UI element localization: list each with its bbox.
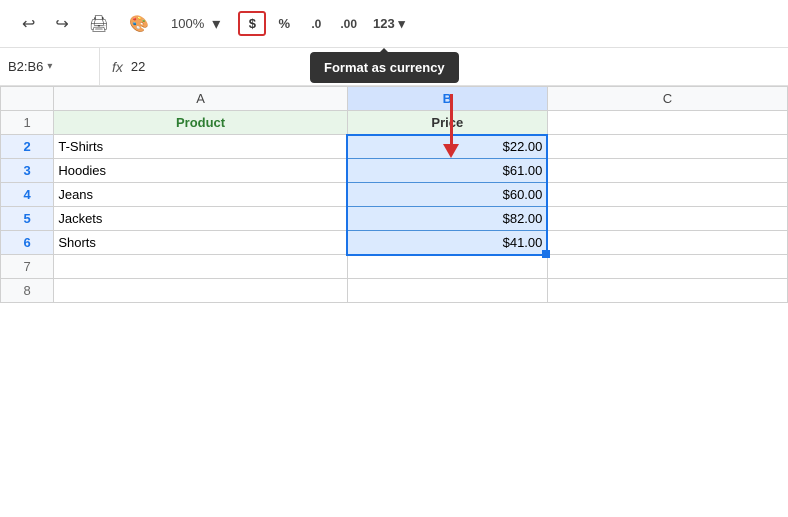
cell-c6[interactable] [547,231,787,255]
cell-c2[interactable] [547,135,787,159]
cell-b8[interactable] [347,279,547,303]
arrow-line [450,94,453,144]
print-button[interactable]: 🖨 [83,10,115,38]
cell-b5[interactable]: $82.00 [347,207,547,231]
cell-a8[interactable] [54,279,347,303]
zoom-value: 100% [171,16,204,31]
tooltip-text: Format as currency [324,60,445,75]
cell-a2[interactable]: T-Shirts [54,135,347,159]
cell-a5[interactable]: Jackets [54,207,347,231]
table-row: 6 Shorts $41.00 [1,231,788,255]
corner-cell [1,87,54,111]
table-row: 2 T-Shirts $22.00 [1,135,788,159]
cell-c5[interactable] [547,207,787,231]
tooltip-container: Format as currency [310,52,459,83]
cell-b7[interactable] [347,255,547,279]
decimal-decrease-button[interactable]: .0 [302,14,330,34]
table-row: 5 Jackets $82.00 [1,207,788,231]
fill-handle[interactable] [542,250,550,258]
table-row: 7 [1,255,788,279]
cell-c7[interactable] [547,255,787,279]
fx-label: fx [112,59,123,75]
row-num-8: 8 [1,279,54,303]
currency-format-button[interactable]: $ [238,11,266,36]
row-num-2: 2 [1,135,54,159]
cell-c3[interactable] [547,159,787,183]
percent-format-button[interactable]: % [270,13,298,34]
cell-b3[interactable]: $61.00 [347,159,547,183]
zoom-dropdown-button[interactable]: ▾ [206,10,226,38]
toolbar: ↩ ↪ 🖨 🎨 100% ▾ $ % .0 .00 123 ▾ [0,0,788,48]
table-row: 4 Jeans $60.00 [1,183,788,207]
cell-b6[interactable]: $41.00 [347,231,547,255]
zoom-control: 100% ▾ [171,10,226,38]
cell-c4[interactable] [547,183,787,207]
number-format-arrow: ▾ [398,16,405,31]
row-num-3: 3 [1,159,54,183]
number-format-dropdown-button[interactable]: 123 ▾ [367,13,411,35]
column-header-row: A B C [1,87,788,111]
zoom-dropdown-arrow: ▾ [212,16,220,33]
row-num-4: 4 [1,183,54,207]
table-row: 8 [1,279,788,303]
table-row: 3 Hoodies $61.00 [1,159,788,183]
spreadsheet-table: A B C 1 Product Price 2 T-Shirts $22.00 [0,86,788,303]
row-num-5: 5 [1,207,54,231]
cell-b4[interactable]: $60.00 [347,183,547,207]
row-num-1: 1 [1,111,54,135]
redo-button[interactable]: ↪ [49,10,74,38]
col-header-a[interactable]: A [54,87,347,111]
cell-c1[interactable] [547,111,787,135]
row-num-6: 6 [1,231,54,255]
cell-ref-text: B2:B6 [8,59,43,74]
cell-a1[interactable]: Product [54,111,347,135]
cell-ref-box[interactable]: B2:B6 ▾ [0,48,100,85]
cell-ref-dropdown-icon: ▾ [47,61,52,72]
undo-button[interactable]: ↩ [16,10,41,38]
decimal-increase-button[interactable]: .00 [334,14,363,34]
spreadsheet-container: A B C 1 Product Price 2 T-Shirts $22.00 [0,86,788,303]
red-arrow [443,94,459,158]
number-format-label: 123 [373,16,395,31]
row-num-7: 7 [1,255,54,279]
cell-a4[interactable]: Jeans [54,183,347,207]
tooltip-box: Format as currency [310,52,459,83]
formula-value: 22 [131,59,145,74]
cell-a3[interactable]: Hoodies [54,159,347,183]
cell-a7[interactable] [54,255,347,279]
cell-a6[interactable]: Shorts [54,231,347,255]
arrow-head [443,144,459,158]
col-header-c[interactable]: C [547,87,787,111]
table-row: 1 Product Price [1,111,788,135]
format-buttons: $ % .0 .00 123 ▾ [238,11,411,36]
paint-format-button[interactable]: 🎨 [123,10,155,38]
cell-c8[interactable] [547,279,787,303]
